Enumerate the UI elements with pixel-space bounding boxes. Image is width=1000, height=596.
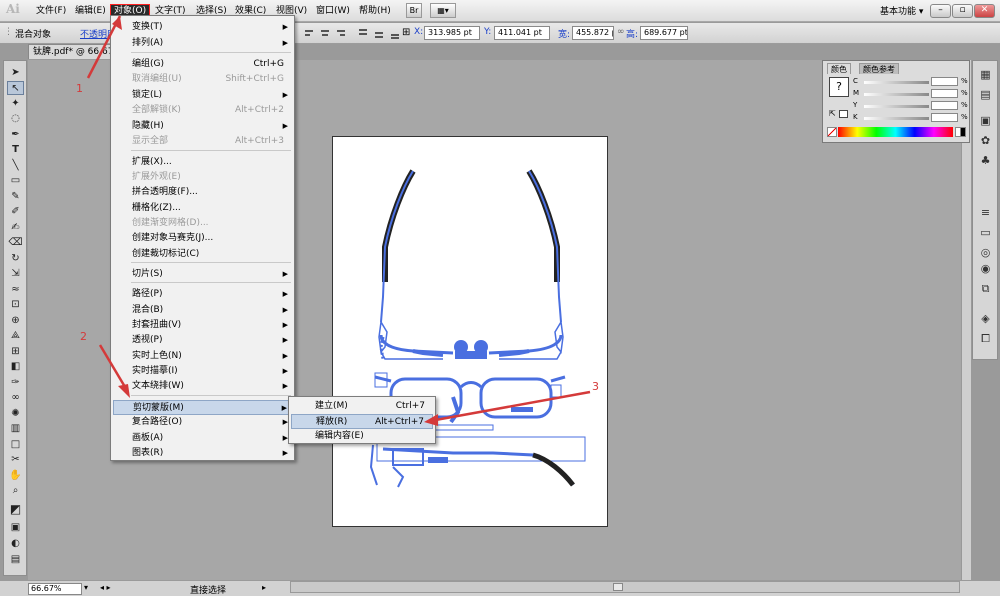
annotation-arrow-3 [429,390,591,423]
annotation-overlay [86,15,591,426]
annotation-3: 3 [592,380,599,393]
annotation-arrowhead-3 [424,414,438,426]
annotation-2: 2 [80,330,87,343]
annotation-1: 1 [76,82,83,95]
annotation-arrowhead-2 [118,384,130,398]
